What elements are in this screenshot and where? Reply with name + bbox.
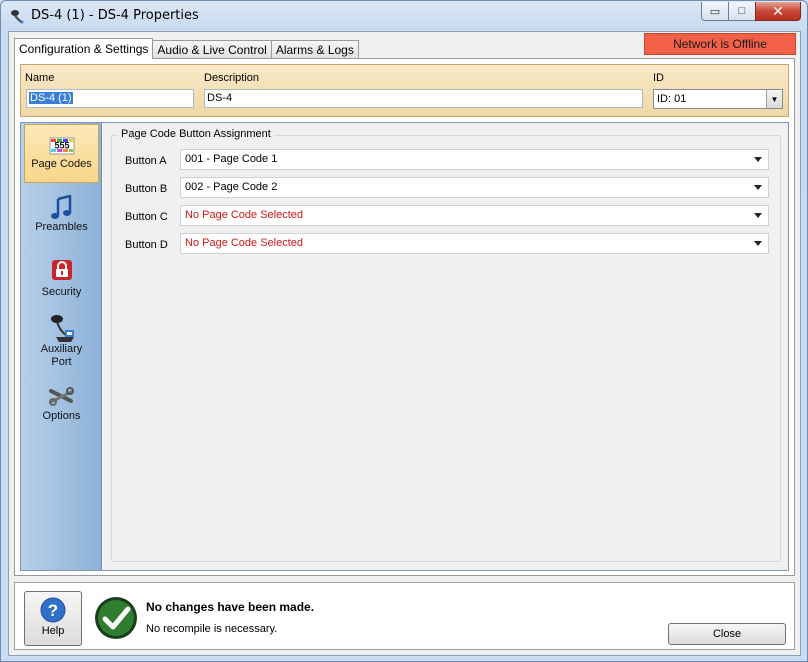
page-codes-icon: 555 — [49, 137, 74, 155]
microphone-app-icon — [11, 10, 24, 24]
tab-configuration-settings[interactable]: Configuration & Settings — [14, 38, 154, 59]
maximize-icon: □ — [738, 5, 746, 17]
button-c-label: Button C — [125, 211, 168, 223]
lock-icon — [51, 260, 72, 280]
close-button[interactable]: Close — [668, 623, 786, 645]
button-b-value: 002 - Page Code 2 — [185, 181, 278, 193]
name-value: DS-4 (1) — [29, 92, 73, 104]
status-footer: ? Help No changes have been made. No rec… — [14, 582, 795, 650]
description-label: Description — [204, 72, 260, 84]
sidebar-item-options[interactable]: Options — [24, 387, 99, 437]
page-codes-content: Page Code Button Assignment Button A 001… — [103, 123, 788, 570]
tab-strip: Configuration & Settings Audio & Live Co… — [14, 38, 359, 59]
tab-panel: Name DS-4 (1) Description DS-4 ID ID: 01… — [14, 58, 795, 576]
sidebar-item-label: Security — [41, 286, 82, 298]
microphone-icon — [50, 315, 74, 342]
sidebar-item-auxiliary-port[interactable]: Auxiliary Port — [24, 313, 99, 383]
button-a-value: 001 - Page Code 1 — [185, 153, 278, 165]
status-message-detail: No recompile is necessary. — [146, 623, 278, 635]
checkmark-icon — [95, 597, 137, 639]
sidebar-item-label: Auxiliary Port — [40, 343, 83, 368]
name-label: Name — [25, 72, 55, 84]
description-field[interactable]: DS-4 — [204, 89, 643, 108]
button-a-label: Button A — [125, 155, 167, 167]
button-d-value: No Page Code Selected — [185, 237, 304, 249]
chevron-down-icon — [754, 241, 762, 246]
tab-alarms-logs[interactable]: Alarms & Logs — [270, 40, 359, 58]
button-b-select[interactable]: 002 - Page Code 2 — [180, 177, 769, 198]
tab-audio-live-control[interactable]: Audio & Live Control — [152, 40, 272, 58]
help-button[interactable]: ? Help — [24, 591, 82, 646]
id-select[interactable]: ID: 01 ▼ — [653, 89, 783, 109]
chevron-down-icon — [754, 213, 762, 218]
name-field[interactable]: DS-4 (1) — [26, 89, 194, 108]
sidebar-item-preambles[interactable]: Preambles — [24, 195, 99, 245]
id-label: ID — [653, 72, 664, 84]
description-value: DS-4 — [207, 92, 233, 104]
group-title: Page Code Button Assignment — [118, 128, 274, 140]
chevron-down-icon — [754, 185, 762, 190]
button-b-label: Button B — [125, 183, 168, 195]
main-body: 555 Page Codes Preambles Security Auxili… — [20, 122, 789, 571]
page-codes-icon-text: 555 — [54, 141, 69, 151]
help-icon: ? — [40, 597, 66, 623]
sidebar-item-label: Page Codes — [31, 158, 92, 170]
maximize-button[interactable]: □ — [728, 2, 755, 21]
chevron-down-icon[interactable]: ▼ — [766, 90, 782, 108]
sidebar-item-page-codes[interactable]: 555 Page Codes — [24, 124, 99, 183]
music-note-icon — [50, 195, 71, 219]
network-status-badge: Network is Offline — [644, 33, 796, 55]
minimize-icon: ▭ — [709, 5, 721, 18]
title-bar[interactable]: DS-4 (1) - DS-4 Properties ▭ □ ✕ — [1, 1, 807, 31]
window-title: DS-4 (1) - DS-4 Properties — [31, 8, 199, 23]
button-d-select[interactable]: No Page Code Selected — [180, 233, 769, 254]
button-a-select[interactable]: 001 - Page Code 1 — [180, 149, 769, 170]
button-c-select[interactable]: No Page Code Selected — [180, 205, 769, 226]
svg-text:?: ? — [48, 601, 58, 620]
properties-window: DS-4 (1) - DS-4 Properties ▭ □ ✕ Configu… — [0, 0, 808, 662]
sidebar-item-label: Preambles — [35, 221, 88, 233]
close-window-button[interactable]: ✕ — [755, 2, 801, 21]
minimize-button[interactable]: ▭ — [701, 2, 728, 21]
tools-icon — [48, 387, 74, 406]
button-c-value: No Page Code Selected — [185, 209, 304, 221]
help-label: Help — [41, 625, 65, 637]
page-code-assignment-group: Page Code Button Assignment Button A 001… — [111, 128, 781, 562]
id-value: ID: 01 — [657, 93, 687, 105]
sidebar-item-security[interactable]: Security — [24, 259, 99, 309]
dialog-client: Configuration & Settings Audio & Live Co… — [8, 31, 801, 656]
sidebar: 555 Page Codes Preambles Security Auxili… — [21, 123, 102, 570]
chevron-down-icon — [754, 157, 762, 162]
device-header: Name DS-4 (1) Description DS-4 ID ID: 01… — [20, 64, 789, 117]
close-icon: ✕ — [772, 2, 784, 19]
button-d-label: Button D — [125, 239, 168, 251]
status-message-title: No changes have been made. — [146, 600, 315, 614]
sidebar-item-label: Options — [42, 410, 81, 422]
